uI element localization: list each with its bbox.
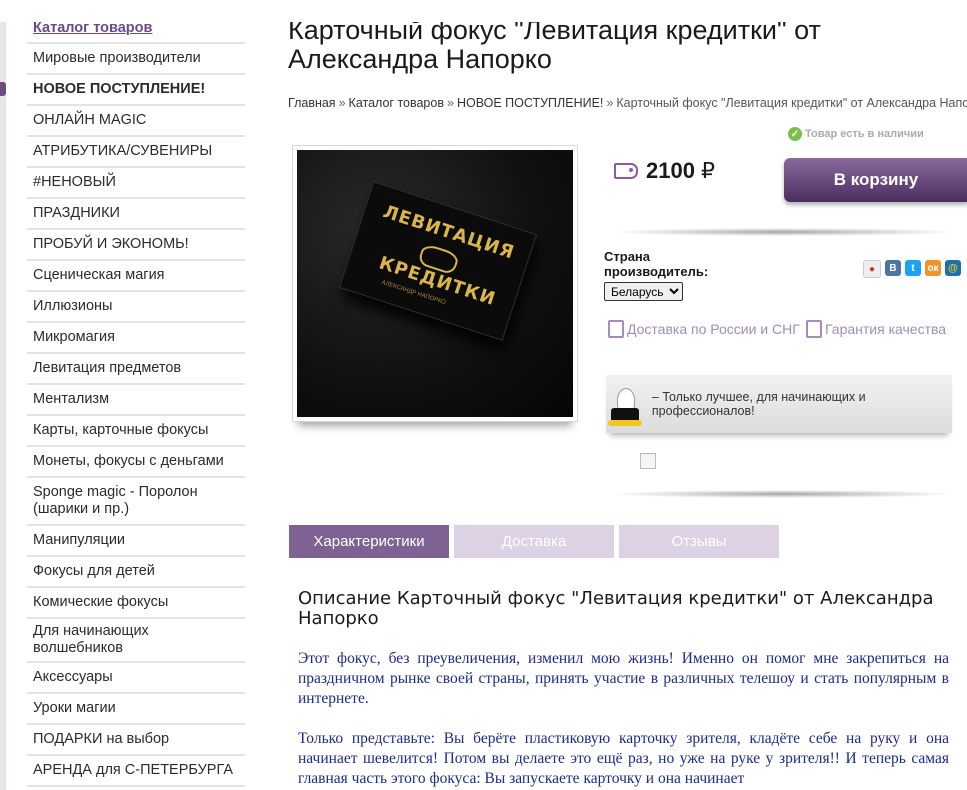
sidebar-item-new-arrivals[interactable]: НОВОЕ ПОСТУПЛЕНИЕ! [27, 75, 245, 106]
mailru-icon[interactable]: ● [863, 260, 881, 278]
sidebar-item-try-and-save[interactable]: ПРОБУЙ И ЭКОНОМЬ! [27, 230, 245, 261]
sidebar-item-illusions[interactable]: Иллюзионы [27, 292, 245, 323]
sidebar-item-cards[interactable]: Карты, карточные фокусы [27, 416, 245, 447]
top-bar [0, 0, 967, 22]
sidebar-item-coins[interactable]: Монеты, фокусы с деньгами [27, 447, 245, 478]
hat-brim-shape [608, 420, 642, 426]
country-label: Страна производитель: [604, 249, 709, 279]
sidebar-item-stage-magic[interactable]: Сценическая магия [27, 261, 245, 292]
delivery-text[interactable]: Доставка по России и СНГ [627, 321, 800, 337]
sidebar-item-gifts[interactable]: ПОДАРКИ на выбор [27, 725, 245, 756]
sidebar-item-online-magic[interactable]: ОНЛАЙН MAGIC [27, 106, 245, 137]
country-select[interactable]: Беларусь [604, 282, 683, 301]
breadcrumb-separator: » [606, 96, 614, 110]
quality-text[interactable]: Гарантия качества [825, 321, 946, 337]
currency-symbol: ₽ [700, 158, 715, 183]
product-image-frame[interactable]: ЛЕВИТАЦИЯ КРЕДИТКИ АЛЕКСАНДР НАПОРКО [292, 145, 578, 422]
sidebar-item-souvenirs[interactable]: АТРИБУТИКА/СУВЕНИРЫ [27, 137, 245, 168]
product-image[interactable]: ЛЕВИТАЦИЯ КРЕДИТКИ АЛЕКСАНДР НАПОРКО [297, 150, 573, 417]
divider-shadow [608, 228, 958, 236]
breadcrumb-section[interactable]: НОВОЕ ПОСТУПЛЕНИЕ! [457, 96, 603, 110]
price-value: 2100 [646, 158, 695, 183]
delivery-icon [608, 320, 624, 338]
sidebar-item-levitation[interactable]: Левитация предметов [27, 354, 245, 385]
page-title: Карточный фокус "Левитация кредитки" от … [288, 15, 821, 74]
sidebar-item-sponge-magic[interactable]: Sponge magic - Поролон (шарики и пр.) [27, 478, 245, 526]
twitter-icon[interactable]: t [905, 260, 921, 276]
stock-text: Товар есть в наличии [805, 128, 924, 140]
breadcrumb-current: Карточный фокус "Левитация кредитки" от … [616, 96, 967, 110]
promo-banner: – Только лучшее, для начинающих и профес… [606, 375, 952, 433]
tab-characteristics[interactable]: Характеристики [289, 525, 449, 558]
description-paragraph: Этот фокус, без преувеличения, изменил м… [298, 650, 949, 707]
breadcrumb-catalog[interactable]: Каталог товаров [349, 96, 444, 110]
tab-reviews[interactable]: Отзывы [619, 525, 779, 558]
promo-text: – Только лучшее, для начинающих и профес… [651, 390, 866, 418]
broken-image-icon [640, 453, 656, 469]
description-paragraph: Только представьте: Вы берёте пластикову… [298, 730, 949, 787]
email-icon[interactable]: @ [945, 260, 961, 276]
certificate-icon [806, 320, 822, 338]
sidebar-item-rent-spb[interactable]: АРЕНДА для С-ПЕТЕРБУРГА [27, 756, 245, 787]
divider-shadow [608, 490, 958, 498]
sidebar-item-beginners[interactable]: Для начинающих волшебников [27, 619, 245, 663]
sidebar-item-lessons[interactable]: Уроки магии [27, 694, 245, 725]
sidebar-item-kids[interactable]: Фокусы для детей [27, 557, 245, 588]
sidebar-item-world-makers[interactable]: Мировые производители [27, 44, 245, 75]
check-icon: ✓ [788, 127, 802, 141]
vk-icon[interactable]: В [885, 260, 901, 276]
edge-marker [0, 82, 6, 96]
delivery-feature[interactable]: Доставка по России и СНГ [608, 320, 800, 338]
trick-card-image: ЛЕВИТАЦИЯ КРЕДИТКИ АЛЕКСАНДР НАПОРКО [338, 181, 538, 341]
page-left-edge [0, 22, 6, 790]
tab-delivery[interactable]: Доставка [454, 525, 614, 558]
product-tabs: Характеристики Доставка Отзывы [289, 525, 779, 558]
breadcrumb-separator: » [338, 96, 346, 110]
sidebar-item-holidays[interactable]: ПРАЗДНИКИ [27, 199, 245, 230]
sidebar-item-nenovy[interactable]: #НЕНОВЫЙ [27, 168, 245, 199]
description-title: Описание Карточный фокус "Левитация кред… [298, 588, 934, 629]
add-to-cart-button[interactable]: В корзину [784, 158, 967, 202]
odnoklassniki-icon[interactable]: ок [925, 260, 941, 276]
breadcrumb-separator: » [446, 96, 454, 110]
sidebar-item-comic[interactable]: Комические фокусы [27, 588, 245, 619]
price-tag-icon [614, 163, 638, 179]
magic-hat-rabbit-icon [608, 382, 642, 426]
breadcrumb: Главная» Каталог товаров» НОВОЕ ПОСТУПЛЕНИ… [288, 96, 967, 110]
breadcrumb-home[interactable]: Главная [288, 96, 336, 110]
sidebar-item-mentalism[interactable]: Ментализм [27, 385, 245, 416]
quality-feature[interactable]: Гарантия качества [806, 320, 946, 338]
catalog-sidebar: Каталог товаров Мировые производители НО… [27, 14, 245, 787]
share-buttons: ● В t ок @ [863, 260, 961, 278]
stock-status: ✓ Товар есть в наличии [788, 127, 924, 141]
sidebar-item-micromagic[interactable]: Микромагия [27, 323, 245, 354]
sidebar-item-accessories[interactable]: Аксессуары [27, 663, 245, 694]
sidebar-item-manipulations[interactable]: Манипуляции [27, 526, 245, 557]
price-block: 2100 ₽ [614, 158, 715, 184]
